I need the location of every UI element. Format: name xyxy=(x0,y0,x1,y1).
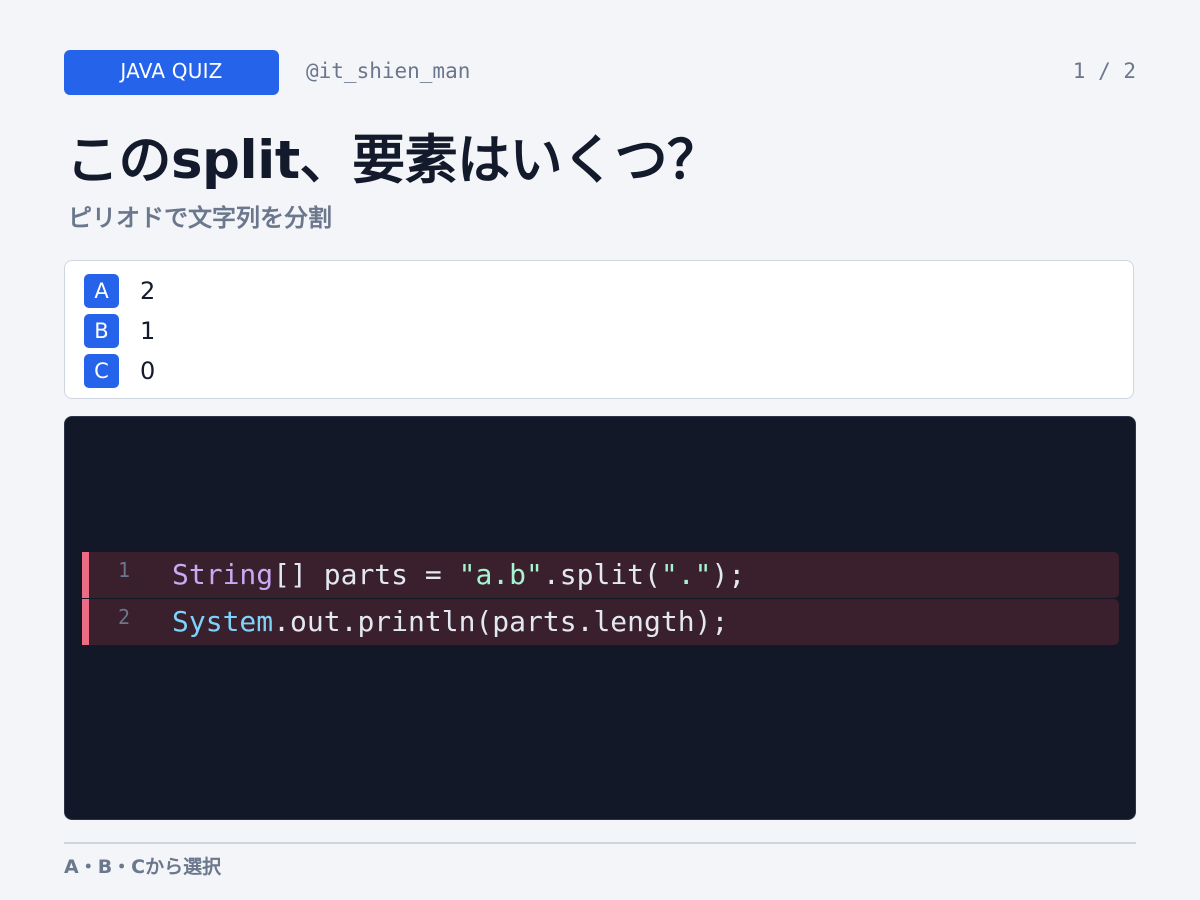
code-token: String xyxy=(172,558,274,591)
code-text-2: System.out.println(parts.length); xyxy=(172,605,728,638)
option-letter-b: B xyxy=(84,314,119,348)
code-panel: 1 String[] parts = "a.b".split("."); 2 S… xyxy=(64,416,1136,820)
code-line-2: 2 System.out.println(parts.length); xyxy=(82,599,1119,645)
quiz-header: JAVA QUIZ @it_shien_man 1 / 2 xyxy=(64,50,1136,95)
footer-instruction: A・B・Cから選択 xyxy=(64,856,222,878)
code-token: .out.println(parts.length); xyxy=(273,605,729,638)
option-text-b: 1 xyxy=(140,317,156,345)
option-letter-a: A xyxy=(84,274,119,308)
code-token: ); xyxy=(711,558,746,591)
author-handle: @it_shien_man xyxy=(306,59,471,83)
code-text-1: String[] parts = "a.b".split("."); xyxy=(172,558,745,591)
question-title: このsplit、要素はいくつ？ xyxy=(66,130,720,191)
line-number-1: 1 xyxy=(118,558,131,582)
answer-options: A 2 B 1 C 0 xyxy=(64,260,1134,399)
option-text-c: 0 xyxy=(140,357,156,385)
page-counter: 1 / 2 xyxy=(1072,59,1136,83)
quiz-category-badge: JAVA QUIZ xyxy=(64,50,279,95)
code-token: "." xyxy=(660,558,712,591)
footer-divider xyxy=(64,842,1136,844)
code-token: "a.b" xyxy=(458,558,543,591)
code-token: System xyxy=(172,605,274,638)
line-number-2: 2 xyxy=(118,605,131,629)
question-subtitle: ピリオドで文字列を分割 xyxy=(68,204,332,232)
option-letter-c: C xyxy=(84,354,119,388)
code-token: [] parts = xyxy=(273,558,459,591)
option-text-a: 2 xyxy=(140,277,156,305)
code-token: .split( xyxy=(542,558,661,591)
code-line-1: 1 String[] parts = "a.b".split("."); xyxy=(82,552,1119,598)
